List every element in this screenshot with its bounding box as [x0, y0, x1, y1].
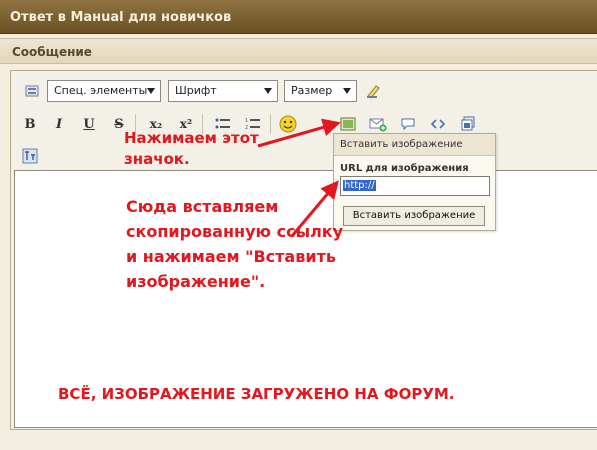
html-button[interactable] — [458, 114, 478, 134]
size-label: Размер — [291, 84, 333, 97]
size-select[interactable]: Размер — [284, 80, 357, 102]
annotation-done: ВСЁ, ИЗОБРАЖЕНИЕ ЗАГРУЖЕНО НА ФОРУМ. — [58, 385, 455, 403]
section-title: Сообщение — [12, 45, 92, 59]
url-input-value: http:// — [343, 180, 376, 191]
insert-image-popup: Вставить изображение URL для изображения… — [333, 133, 496, 231]
special-elements-select[interactable]: Спец. элементы — [47, 80, 161, 102]
toolbar-toggle-icon[interactable] — [22, 81, 42, 101]
quote-button[interactable] — [398, 114, 418, 134]
chevron-down-icon — [264, 88, 272, 94]
bold-button[interactable]: B — [20, 114, 40, 134]
code-button[interactable] — [428, 114, 448, 134]
image-icon — [340, 117, 356, 131]
chevron-down-icon — [343, 88, 351, 94]
mode-switch-icon[interactable] — [20, 146, 40, 166]
annotation-step1: Нажимаем этот значок. — [124, 129, 259, 168]
url-input[interactable]: http:// — [340, 176, 490, 196]
strikethrough-label: S — [114, 116, 124, 132]
remove-format-icon[interactable] — [363, 81, 383, 101]
url-field-label: URL для изображения — [340, 163, 469, 174]
insert-image-submit-button[interactable]: Вставить изображение — [343, 206, 485, 226]
code-icon — [430, 119, 446, 129]
annotation-step2: Сюда вставляем скопированную ссылку и на… — [126, 197, 344, 291]
insert-image-button[interactable] — [338, 114, 358, 134]
special-elements-label: Спец. элементы — [54, 84, 148, 97]
popup-title: Вставить изображение — [334, 134, 495, 156]
font-select[interactable]: Шрифт — [168, 80, 278, 102]
svg-text:1: 1 — [245, 118, 248, 124]
underline-label: U — [83, 116, 95, 132]
email-icon — [369, 118, 387, 132]
chevron-down-icon — [147, 88, 155, 94]
stacked-pages-icon — [461, 116, 475, 131]
font-label: Шрифт — [175, 84, 217, 97]
underline-button[interactable]: U — [79, 114, 99, 134]
italic-label: I — [55, 116, 63, 132]
speech-bubble-icon — [401, 118, 415, 131]
bold-label: B — [24, 116, 36, 132]
insert-email-button[interactable] — [368, 114, 388, 134]
section-bar: Сообщение — [0, 38, 597, 64]
title-bar: Ответ в Манual для новичков — [0, 0, 597, 34]
italic-button[interactable]: I — [49, 114, 69, 134]
page-title: Ответ в Манual для новичков — [10, 10, 232, 25]
